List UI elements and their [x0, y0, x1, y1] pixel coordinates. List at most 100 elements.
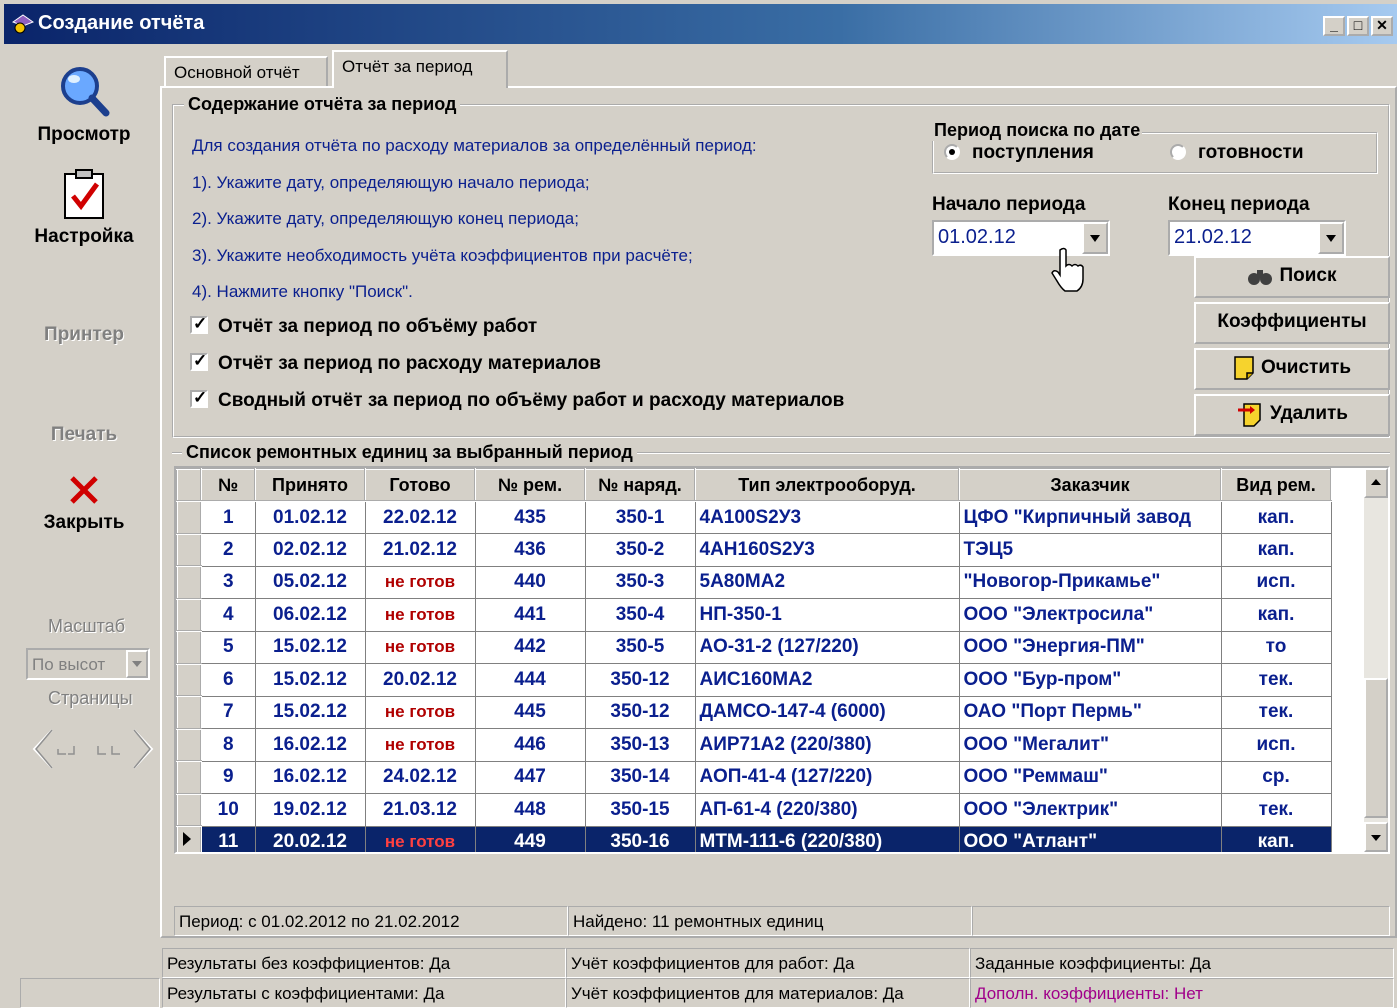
table-cell: 01.02.12: [254, 500, 366, 534]
scale-select[interactable]: По высот: [26, 648, 150, 680]
table-cell: 447: [474, 760, 586, 794]
row-indicator[interactable]: [176, 597, 202, 632]
scale-label: Масштаб: [48, 616, 126, 636]
status-coef-extra: Дополн. коэффициенты: Нет: [970, 978, 1394, 1008]
column-header[interactable]: Принято: [254, 468, 366, 502]
row-indicator[interactable]: [176, 500, 202, 535]
close-window-button[interactable]: ✕: [1371, 16, 1393, 36]
table-row[interactable]: 3 05.02.12 не готов 440 350-3 5А80МА2 "Новогор…: [176, 565, 1332, 600]
table-cell: ООО "Бур-пром": [958, 663, 1222, 697]
table-row[interactable]: 8 16.02.12 не готов 446 350-13 АИР71А2 (220/3…: [176, 727, 1332, 762]
radio-button[interactable]: [1170, 144, 1186, 160]
table-cell: 350-12: [584, 663, 696, 697]
binoculars-icon: [1248, 269, 1273, 285]
minimize-button[interactable]: _: [1323, 16, 1345, 36]
row-pointer-icon: [183, 832, 191, 847]
print-button[interactable]: Печать: [12, 424, 156, 446]
table-row[interactable]: 9 16.02.12 24.02.12 447 350-14 АОП-41-4 (127/…: [176, 760, 1332, 795]
clear-label: Очистить: [1260, 357, 1352, 378]
maximize-icon: □: [1353, 17, 1363, 33]
scroll-down-icon[interactable]: [1364, 822, 1388, 852]
table-cell: не готов: [364, 630, 476, 664]
checkbox-box[interactable]: [190, 314, 208, 334]
table-cell: 10: [200, 793, 256, 827]
page-next-icon[interactable]: [97, 729, 154, 769]
checkbox-box[interactable]: [190, 351, 208, 371]
checkbox-label: Отчёт за период по объёму работ: [218, 316, 538, 337]
column-header[interactable]: Вид рем.: [1220, 468, 1332, 502]
table-cell: 5: [200, 630, 256, 664]
app-icon: [12, 14, 34, 34]
column-header[interactable]: Заказчик: [958, 468, 1222, 502]
table-row[interactable]: 1 01.02.12 22.02.12 435 350-1 4А100S2У3 ЦФО "К…: [176, 500, 1332, 535]
scale-value: По высот: [32, 655, 106, 674]
scroll-thumb[interactable]: [1364, 678, 1388, 818]
table-cell: ТЭЦ5: [958, 533, 1222, 567]
row-indicator[interactable]: [176, 662, 202, 697]
table-row[interactable]: 2 02.02.12 21.02.12 436 350-2 4АН160S2У3 ТЭЦ5 к…: [176, 532, 1332, 567]
repair-units-table[interactable]: № Принято Готово № рем. № наряд. Тип эле…: [174, 466, 1390, 854]
tab-main-report[interactable]: Основной отчёт: [164, 56, 328, 86]
end-date-combo[interactable]: 21.02.12: [1168, 220, 1346, 256]
tab-period-report[interactable]: Отчёт за период: [332, 50, 508, 88]
red-x-icon: [70, 476, 98, 504]
checkbox-works-report[interactable]: Отчёт за период по объёму работ: [190, 314, 538, 338]
radio-button[interactable]: [944, 144, 960, 160]
radio-ready[interactable]: готовности: [1170, 142, 1304, 164]
page-prev-icon[interactable]: [32, 729, 75, 769]
column-header[interactable]: № наряд.: [584, 468, 696, 502]
table-cell: ср.: [1220, 760, 1332, 794]
row-indicator[interactable]: [176, 825, 202, 852]
table-cell: 442: [474, 630, 586, 664]
table-cell: исп.: [1220, 565, 1332, 599]
column-header[interactable]: № рем.: [474, 468, 586, 502]
close-button[interactable]: Закрыть: [12, 474, 156, 534]
chevron-down-icon[interactable]: [1318, 222, 1344, 254]
table-cell: АО-31-2 (127/220): [694, 630, 960, 664]
table-row[interactable]: 5 15.02.12 не готов 442 350-5 АО-31-2 (127/22…: [176, 630, 1332, 665]
column-header[interactable]: №: [200, 468, 256, 502]
chevron-down-icon[interactable]: [126, 650, 148, 678]
checkbox-summary-report[interactable]: Сводный отчёт за период по объёму работ …: [190, 388, 844, 412]
table-row[interactable]: 10 19.02.12 21.03.12 448 350-15 АП-61-4 (220/…: [176, 792, 1332, 827]
row-indicator[interactable]: [176, 565, 202, 600]
chevron-down-icon[interactable]: [1082, 222, 1108, 254]
coefficients-button[interactable]: Коэффициенты: [1194, 302, 1390, 344]
row-indicator[interactable]: [176, 532, 202, 567]
row-indicator[interactable]: [176, 630, 202, 665]
vertical-scrollbar[interactable]: [1364, 468, 1388, 852]
column-header[interactable]: Тип электрооборуд.: [694, 468, 960, 502]
maximize-button[interactable]: □: [1347, 16, 1369, 36]
printer-button[interactable]: Принтер: [12, 324, 156, 346]
table-row[interactable]: 7 15.02.12 не готов 445 350-12 ДАМСО-147-4 (6…: [176, 695, 1332, 730]
table-row[interactable]: 4 06.02.12 не готов 441 350-4 НП-350-1 ООО "Эл…: [176, 597, 1332, 632]
checkbox-materials-report[interactable]: Отчёт за период по расходу материалов: [190, 351, 601, 375]
clear-button[interactable]: Очистить: [1194, 348, 1390, 390]
table-cell: 15.02.12: [254, 630, 366, 664]
table-row[interactable]: 11 20.02.12 не готов 449 350-16 МТМ-111-6 (22…: [176, 825, 1332, 852]
table-cell: 22.02.12: [364, 500, 476, 534]
title-bar[interactable]: Создание отчёта _ □ ✕: [4, 4, 1397, 44]
view-button[interactable]: Просмотр: [12, 64, 156, 146]
row-indicator[interactable]: [176, 792, 202, 827]
settings-button[interactable]: Настройка: [12, 168, 156, 248]
period-group-title: Период поиска по дате: [932, 120, 1143, 141]
column-header[interactable]: Готово: [364, 468, 476, 502]
status-coef-materials: Учёт коэффициентов для материалов: Да: [566, 978, 970, 1008]
table-cell: 02.02.12: [254, 533, 366, 567]
close-label: Закрыть: [43, 512, 125, 533]
checkbox-box[interactable]: [190, 388, 208, 408]
table-cell: не готов: [364, 695, 476, 729]
row-indicator[interactable]: [176, 695, 202, 730]
scroll-up-icon[interactable]: [1364, 468, 1388, 498]
table-cell: 4А100S2У3: [694, 500, 960, 534]
delete-button[interactable]: Удалить: [1194, 394, 1390, 436]
table-cell: 4АН160S2У3: [694, 533, 960, 567]
search-button[interactable]: Поиск: [1194, 256, 1390, 298]
row-indicator[interactable]: [176, 727, 202, 762]
table-row[interactable]: 6 15.02.12 20.02.12 444 350-12 АИС160МА2 ООО "…: [176, 662, 1332, 697]
report-window: Создание отчёта _ □ ✕ Просмотр Настройка…: [0, 0, 1397, 1008]
row-indicator[interactable]: [176, 760, 202, 795]
radio-receipt[interactable]: поступления: [944, 142, 1094, 164]
table-cell: 435: [474, 500, 586, 534]
